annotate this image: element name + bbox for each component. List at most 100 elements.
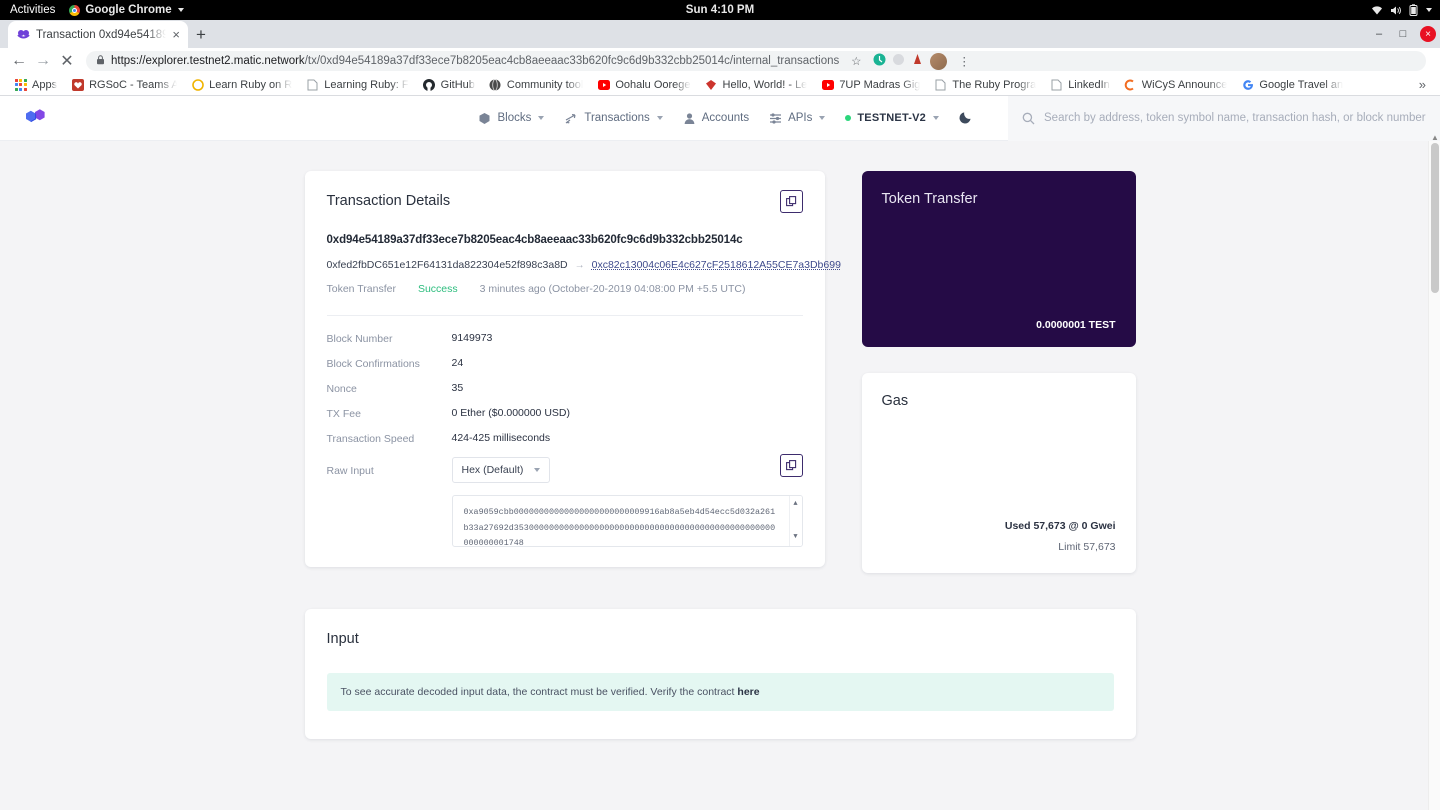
bookmark-label: Apps (32, 78, 58, 91)
lock-icon (96, 54, 105, 68)
page-viewport: Blocks Transactions Accounts APIs TESTNE… (0, 96, 1440, 810)
tab-close-icon[interactable]: × (172, 28, 180, 41)
matic-logo[interactable] (22, 106, 48, 130)
bookmark-rgsoc[interactable]: RGSoC - Teams A (65, 76, 183, 93)
site-search[interactable]: Search by address, token symbol name, tr… (1008, 96, 1440, 141)
scrollbar-thumb[interactable] (1431, 143, 1439, 293)
verify-contract-link[interactable]: here (737, 686, 759, 698)
site-header: Blocks Transactions Accounts APIs TESTNE… (0, 96, 1440, 141)
forward-icon[interactable]: → (32, 50, 54, 72)
battery-icon (1409, 4, 1418, 16)
row-key: Transaction Speed (326, 433, 415, 445)
bookmark-learning-ruby[interactable]: Learning Ruby: F (300, 76, 414, 93)
page-scrollbar[interactable]: ▲ (1428, 133, 1440, 810)
bookmark-the-ruby-progra[interactable]: The Ruby Progra (928, 76, 1042, 93)
search-icon (1022, 112, 1035, 124)
to-address[interactable]: 0xc82c13004c06E4c627cF2518612A55CE7a3Db6… (592, 259, 841, 271)
scroll-up-arrow[interactable]: ▲ (793, 498, 797, 511)
extension-green-icon[interactable] (873, 53, 886, 69)
minimize-button[interactable]: – (1368, 23, 1390, 45)
clock[interactable]: Sun 4:10 PM (0, 4, 1440, 16)
youtube-icon (597, 78, 610, 91)
notice-text: To see accurate decoded input data, the … (340, 686, 738, 698)
address-bar[interactable]: https://explorer.testnet2.matic.network/… (86, 51, 1426, 71)
profile-avatar[interactable] (930, 52, 948, 70)
extension-red-icon[interactable] (911, 53, 924, 69)
activities-button[interactable]: Activities (8, 4, 55, 16)
page-title: Transaction Details (326, 193, 451, 209)
bookmark-google-travel[interactable]: Google Travel an (1235, 76, 1349, 93)
scroll-down-arrow[interactable]: ▼ (793, 531, 797, 544)
bookmark-apps[interactable]: Apps (8, 76, 63, 93)
app-menu[interactable]: Google Chrome (69, 4, 184, 16)
volume-icon (1390, 5, 1402, 16)
bookmark-label: Google Travel an (1259, 78, 1344, 91)
bookmark-label: WiCyS Announce (1141, 78, 1228, 91)
heart-icon (71, 78, 84, 91)
bookmark-github[interactable]: GitHub (417, 76, 481, 93)
bookmark-7up-madras-gig[interactable]: 7UP Madras Gig (815, 76, 926, 93)
stop-icon[interactable]: ✕ (56, 50, 78, 72)
bookmark-label: GitHub (440, 78, 475, 91)
page-icon (306, 78, 319, 91)
back-icon[interactable]: ← (8, 50, 30, 72)
sliders-icon (770, 112, 782, 124)
bookmark-learn-ruby-on-rails[interactable]: Learn Ruby on R (185, 76, 298, 93)
copy-transaction-button[interactable] (779, 190, 803, 213)
apps-grid-icon (14, 78, 27, 91)
scroll-up-arrow[interactable]: ▲ (1431, 133, 1439, 142)
dark-mode-toggle[interactable] (959, 109, 974, 128)
row-key: Raw Input (326, 464, 374, 477)
chrome-menu-icon[interactable]: ⋮ (953, 51, 975, 71)
nav-item-apis[interactable]: APIs (769, 112, 826, 125)
nav-label: Accounts (701, 112, 750, 124)
maximize-button[interactable]: □ (1392, 23, 1414, 45)
verify-contract-notice: To see accurate decoded input data, the … (326, 673, 1114, 711)
bookmark-linkedin[interactable]: LinkedIn (1044, 76, 1116, 93)
side-column: Token Transfer 0.0000001 TEST Gas Used 5… (861, 171, 1136, 573)
cube-icon (479, 112, 490, 124)
bookmark-hello-world[interactable]: Hello, World! - Le (699, 76, 814, 93)
browser-tab[interactable]: Transaction 0xd94e54189 × (8, 21, 188, 48)
bookmark-community-tool[interactable]: Community tool (483, 76, 589, 93)
nav-item-transactions[interactable]: Transactions (564, 112, 663, 125)
table-row: Block Number 9149973 (327, 332, 803, 345)
chevron-down-icon[interactable] (1426, 8, 1432, 12)
raw-input-textarea[interactable]: 0xa9059cbb00000000000000000000000009916a… (451, 495, 803, 547)
copy-raw-input-button[interactable] (779, 454, 803, 477)
extension-gray-icon[interactable] (892, 53, 905, 69)
main-column: Transaction Details 0xd94e54189a37df33ec… (304, 171, 841, 567)
chevron-down-icon (177, 8, 184, 12)
bookmark-label: RGSoC - Teams A (89, 78, 178, 91)
system-tray[interactable] (1371, 4, 1432, 16)
nav-item-blocks[interactable]: Blocks (478, 112, 545, 125)
token-transfer-title: Token Transfer (881, 191, 978, 207)
network-selector[interactable]: TESTNET-V2 (845, 112, 939, 124)
table-row: Transaction Speed 424-425 milliseconds (327, 432, 803, 445)
transaction-hash: 0xd94e54189a37df33ece7b8205eac4cb8aeeaac… (326, 234, 743, 246)
row-value: 24 (451, 357, 464, 369)
search-placeholder: Search by address, token symbol name, tr… (1044, 112, 1426, 124)
bookmark-wicys-announce[interactable]: WiCyS Announce (1118, 76, 1234, 93)
bookmarks-overflow-button[interactable]: » (1413, 77, 1432, 92)
gas-card: Gas Used 57,673 @ 0 Gwei Limit 57,673 (861, 373, 1136, 573)
table-row: Nonce 35 (327, 382, 803, 395)
bookmark-oohalu-oorege[interactable]: Oohalu Oorege (591, 76, 696, 93)
nav-item-accounts[interactable]: Accounts (683, 112, 749, 125)
close-window-button[interactable]: × (1420, 26, 1436, 42)
star-icon[interactable]: ☆ (845, 51, 867, 71)
moon-icon (959, 111, 971, 124)
nav-label: Blocks (497, 112, 532, 124)
bookmark-label: Community tool (506, 78, 584, 91)
raw-input-format-select[interactable]: Hex (Default) (451, 457, 551, 483)
transaction-meta: Token Transfer Success 3 minutes ago (Oc… (327, 283, 803, 295)
raw-input-scrollbar[interactable]: ▲ ▼ (788, 496, 802, 546)
globe-icon (489, 78, 502, 91)
page-icon (934, 78, 947, 91)
transactions-icon (565, 113, 576, 124)
browser-toolbar: ← → ✕ https://explorer.testnet2.matic.ne… (0, 48, 1440, 74)
chevron-down-icon (933, 116, 939, 120)
from-address[interactable]: 0xfed2fbDC651e12F64131da822304e52f898c3a… (327, 259, 568, 271)
new-tab-button[interactable]: + (188, 22, 214, 48)
table-row: Block Confirmations 24 (327, 357, 803, 370)
